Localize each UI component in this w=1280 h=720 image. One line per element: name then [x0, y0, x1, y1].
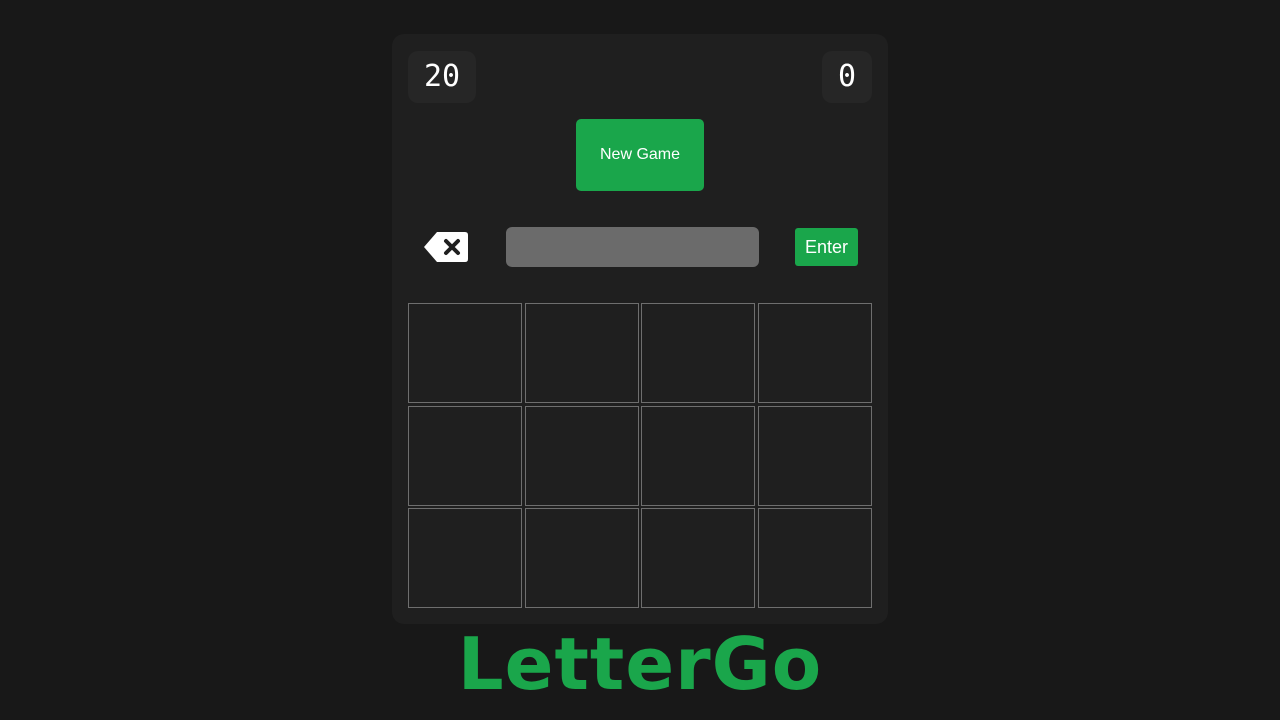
app-logo: LetterGo	[457, 622, 823, 706]
grid-cell[interactable]	[524, 303, 639, 403]
enter-button[interactable]: Enter	[795, 228, 858, 266]
remaining-counter: 20	[408, 51, 476, 103]
grid-cell[interactable]	[408, 303, 522, 403]
game-panel: 20 0 New Game Enter	[392, 34, 888, 624]
grid-cell[interactable]	[757, 508, 872, 608]
word-input[interactable]	[506, 227, 759, 267]
grid-cell[interactable]	[641, 508, 756, 608]
grid-cell[interactable]	[524, 405, 639, 506]
grid-cell[interactable]	[408, 508, 522, 608]
grid-cell[interactable]	[524, 508, 639, 608]
grid-cell[interactable]	[757, 405, 872, 506]
backspace-icon[interactable]	[423, 230, 469, 264]
grid-cell[interactable]	[641, 303, 756, 403]
new-game-button[interactable]: New Game	[576, 119, 704, 191]
grid-cell[interactable]	[757, 303, 872, 403]
score-counter: 0	[822, 51, 872, 103]
grid-cell[interactable]	[408, 405, 522, 506]
letter-grid	[408, 303, 872, 608]
grid-cell[interactable]	[641, 405, 756, 506]
